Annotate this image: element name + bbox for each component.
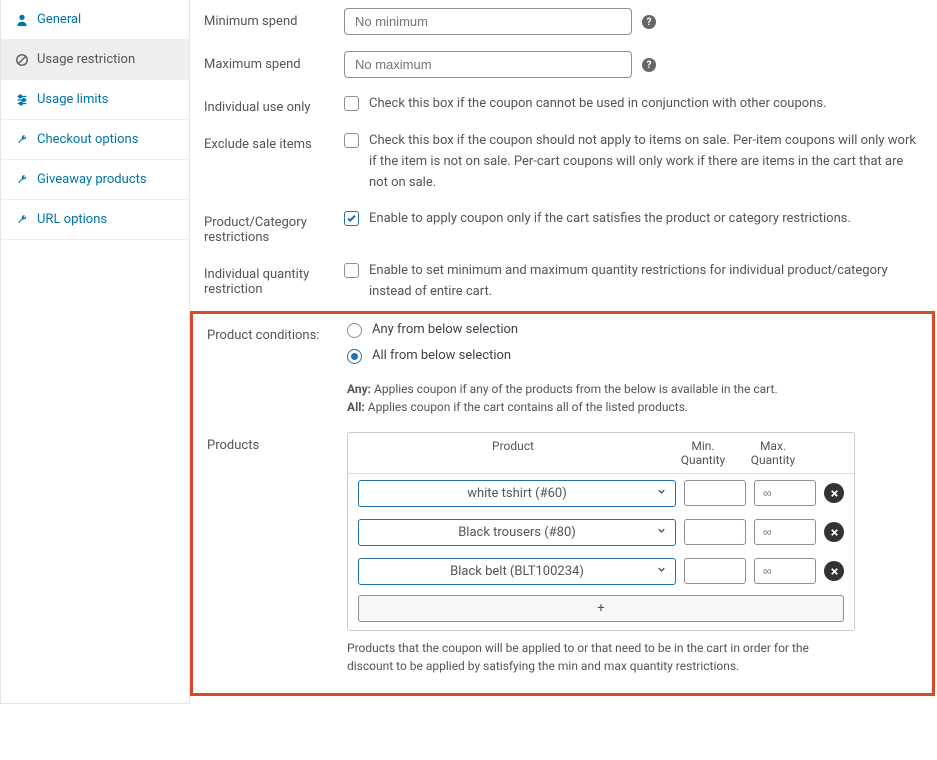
table-row: white tshirt (#60): [348, 474, 854, 513]
col-product: Product: [358, 439, 668, 467]
label-indiv-qty: Individual quantity restriction: [204, 261, 344, 297]
conditions-description: Any: Applies coupon if any of the produc…: [347, 380, 778, 416]
indiv-qty-checkbox[interactable]: [344, 263, 359, 278]
exclude-sale-checkbox[interactable]: [344, 133, 359, 148]
maximum-spend-input[interactable]: [344, 51, 632, 78]
sliders-icon: [15, 93, 29, 107]
sidebar-item-label: Giveaway products: [37, 172, 147, 187]
remove-row-button[interactable]: [824, 522, 844, 542]
label-pc-restrict: Product/Category restrictions: [204, 209, 344, 245]
label-products: Products: [207, 432, 347, 453]
product-select[interactable]: Black belt (BLT100234): [358, 558, 676, 585]
label-individual-use: Individual use only: [204, 94, 344, 115]
radio-all[interactable]: [347, 349, 362, 364]
row-exclude-sale: Exclude sale items Check this box if the…: [190, 123, 937, 201]
row-product-conditions: Product conditions: Any from below selec…: [193, 314, 932, 424]
indiv-qty-text: Enable to set minimum and maximum quanti…: [369, 261, 923, 303]
sidebar-item-giveaway-products[interactable]: Giveaway products: [1, 160, 189, 200]
product-select[interactable]: white tshirt (#60): [358, 480, 676, 507]
wrench-icon: [15, 213, 29, 227]
row-maximum-spend: Maximum spend ?: [190, 43, 937, 86]
remove-row-button[interactable]: [824, 483, 844, 503]
chevron-down-icon: [656, 564, 667, 579]
sidebar-item-label: General: [37, 12, 81, 27]
products-table-header: Product Min. Quantity Max. Quantity: [348, 433, 854, 474]
label-product-conditions: Product conditions:: [207, 322, 347, 343]
min-qty-input[interactable]: [684, 519, 746, 545]
minimum-spend-input[interactable]: [344, 8, 632, 35]
table-row: Black belt (BLT100234): [348, 552, 854, 591]
exclude-sale-text: Check this box if the coupon should not …: [369, 131, 923, 193]
col-min: Min. Quantity: [668, 439, 738, 467]
max-qty-input[interactable]: [754, 480, 816, 506]
pc-restrict-checkbox[interactable]: [344, 211, 359, 226]
sidebar-item-label: Checkout options: [37, 132, 138, 147]
label-max-spend: Maximum spend: [204, 51, 344, 72]
radio-all-label: All from below selection: [372, 348, 511, 363]
sidebar-item-checkout-options[interactable]: Checkout options: [1, 120, 189, 160]
remove-row-button[interactable]: [824, 561, 844, 581]
sidebar-item-label: URL options: [37, 212, 107, 227]
sidebar-item-label: Usage restriction: [37, 52, 135, 67]
max-qty-input[interactable]: [754, 519, 816, 545]
add-product-button[interactable]: +: [358, 595, 844, 622]
ban-icon: [15, 53, 29, 67]
product-select[interactable]: Black trousers (#80): [358, 519, 676, 546]
pc-restrict-text: Enable to apply coupon only if the cart …: [369, 209, 851, 230]
row-product-category-restrictions: Product/Category restrictions Enable to …: [190, 201, 937, 253]
row-minimum-spend: Minimum spend ?: [190, 0, 937, 43]
row-individual-use: Individual use only Check this box if th…: [190, 86, 937, 123]
products-table: Product Min. Quantity Max. Quantity whit…: [347, 432, 855, 631]
sidebar-tabs: General Usage restriction Usage limits C…: [0, 0, 190, 704]
products-note: Products that the coupon will be applied…: [347, 639, 847, 675]
sidebar-item-label: Usage limits: [37, 92, 108, 107]
sidebar-item-usage-limits[interactable]: Usage limits: [1, 80, 189, 120]
help-icon[interactable]: ?: [642, 58, 656, 72]
wrench-icon: [15, 133, 29, 147]
chevron-down-icon: [656, 486, 667, 501]
individual-use-text: Check this box if the coupon cannot be u…: [369, 94, 827, 115]
row-individual-quantity-restriction: Individual quantity restriction Enable t…: [190, 253, 937, 311]
sidebar-item-url-options[interactable]: URL options: [1, 200, 189, 240]
main-form: Minimum spend ? Maximum spend ? Individu…: [190, 0, 937, 704]
individual-use-checkbox[interactable]: [344, 96, 359, 111]
min-qty-input[interactable]: [684, 480, 746, 506]
help-icon[interactable]: ?: [642, 15, 656, 29]
wrench-icon: [15, 173, 29, 187]
row-products: Products Product Min. Quantity Max. Quan…: [193, 424, 932, 683]
sidebar-item-general[interactable]: General: [1, 0, 189, 40]
user-icon: [15, 13, 29, 27]
col-max: Max. Quantity: [738, 439, 808, 467]
radio-any-label: Any from below selection: [372, 322, 518, 337]
min-qty-input[interactable]: [684, 558, 746, 584]
coupon-panel: General Usage restriction Usage limits C…: [0, 0, 937, 704]
radio-any[interactable]: [347, 323, 362, 338]
highlighted-section: Product conditions: Any from below selec…: [190, 311, 935, 696]
sidebar-item-usage-restriction[interactable]: Usage restriction: [1, 40, 189, 80]
chevron-down-icon: [656, 525, 667, 540]
table-row: Black trousers (#80): [348, 513, 854, 552]
label-min-spend: Minimum spend: [204, 8, 344, 29]
label-exclude-sale: Exclude sale items: [204, 131, 344, 152]
max-qty-input[interactable]: [754, 558, 816, 584]
